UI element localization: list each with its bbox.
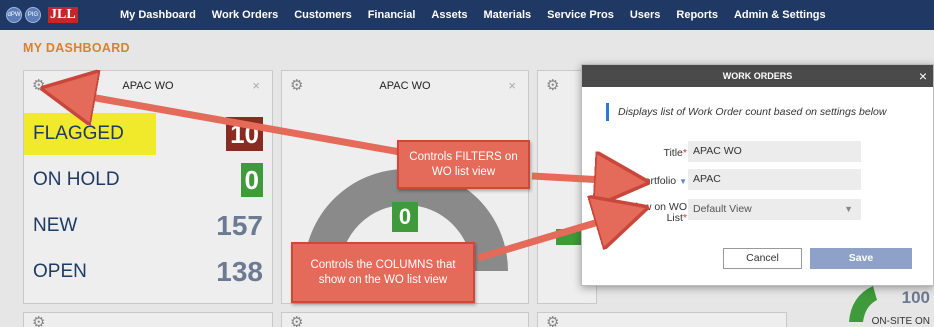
page-title: MY DASHBOARD	[23, 41, 130, 55]
wo-row-new[interactable]: NEW 157	[33, 208, 263, 244]
nav-service-pros[interactable]: Service Pros	[539, 9, 622, 21]
nav-assets[interactable]: Assets	[423, 9, 475, 21]
nav-work-orders[interactable]: Work Orders	[204, 9, 286, 21]
chevron-down-icon: ▼	[844, 204, 853, 214]
cancel-button[interactable]: Cancel	[723, 248, 802, 269]
callout-line: Controls the COLUMNS that	[310, 258, 456, 271]
close-icon[interactable]: ×	[252, 78, 260, 93]
partner-logo-1: dPW	[6, 7, 22, 23]
widget-header: ⚙ APAC WO ×	[24, 71, 272, 101]
new-count: 157	[216, 210, 263, 241]
gauge-value: 0	[392, 202, 418, 232]
logo-group: dPW PIG JLL	[0, 7, 112, 23]
columns-callout: Controls the COLUMNS that show on the WO…	[291, 242, 475, 303]
nav-users[interactable]: Users	[622, 9, 669, 21]
nav-my-dashboard[interactable]: My Dashboard	[112, 9, 204, 21]
view-select-value: Default View	[693, 203, 752, 215]
wo-row-open[interactable]: OPEN 138	[33, 254, 263, 290]
modal-header: WORK ORDERS ×	[582, 65, 933, 87]
portfolio-input[interactable]: APAC	[688, 169, 861, 190]
open-count: 138	[216, 256, 263, 287]
required-marker: *	[682, 147, 687, 159]
jll-logo-text: JLL	[48, 7, 78, 23]
label-text: Portfolio	[637, 175, 677, 187]
label-text: List	[666, 212, 683, 224]
bottom-widget-1: ⚙	[23, 312, 273, 327]
on-hold-count-badge: 0	[240, 163, 263, 197]
view-select[interactable]: Default View ▼	[688, 199, 861, 220]
callout-line: show on the WO list view	[318, 273, 448, 286]
view-on-wo-list-label: View on WO List*	[629, 202, 687, 224]
gear-icon[interactable]: ⚙	[32, 315, 48, 327]
portfolio-field-label: Portfolio ▼	[638, 175, 687, 187]
top-nav-bar: dPW PIG JLL My Dashboard Work Orders Cus…	[0, 0, 934, 30]
widget-title: APAC WO	[122, 80, 174, 92]
required-marker: *	[682, 212, 687, 224]
nav-materials[interactable]: Materials	[475, 9, 539, 21]
work-orders-settings-modal: WORK ORDERS × Displays list of Work Orde…	[581, 64, 934, 286]
callout-line: WO list view	[431, 165, 496, 178]
widget-header: ⚙ APAC WO ×	[282, 71, 528, 101]
nav-customers[interactable]: Customers	[286, 9, 359, 21]
modal-description: Displays list of Work Order count based …	[606, 103, 886, 121]
title-input[interactable]: APAC WO	[688, 141, 861, 162]
row-label: NEW	[33, 215, 78, 236]
bottom-widget-2: ⚙	[281, 312, 529, 327]
nav-reports[interactable]: Reports	[668, 9, 726, 21]
row-label: OPEN	[33, 261, 87, 282]
modal-title: WORK ORDERS	[722, 71, 793, 81]
nav-admin-settings[interactable]: Admin & Settings	[726, 9, 834, 21]
flagged-count-badge: 10	[226, 117, 263, 151]
apac-wo-widget: ⚙ APAC WO × FLAGGED 10 ON HOLD 0 NEW 157…	[23, 70, 273, 304]
gear-icon[interactable]: ⚙	[546, 315, 562, 327]
filters-callout: Controls FILTERS on WO list view	[397, 140, 530, 189]
label-text: Title	[663, 147, 683, 159]
partner-logo-2: PIG	[25, 7, 41, 23]
gear-icon[interactable]: ⚙	[290, 78, 306, 94]
jll-logo[interactable]: JLL	[48, 7, 78, 23]
widget-title: APAC WO	[379, 80, 431, 92]
gear-icon[interactable]: ⚙	[32, 78, 48, 94]
on-site-value: 100	[901, 288, 930, 307]
caret-down-icon[interactable]: ▼	[679, 177, 687, 186]
wo-row-on-hold[interactable]: ON HOLD 0	[33, 162, 263, 198]
main-menu: My Dashboard Work Orders Customers Finan…	[112, 9, 834, 21]
gear-icon[interactable]: ⚙	[546, 78, 562, 94]
close-icon[interactable]: ×	[919, 65, 927, 87]
bottom-widget-3: ⚙	[537, 312, 787, 327]
wo-row-flagged[interactable]: FLAGGED 10	[33, 116, 263, 152]
title-field-label: Title*	[663, 147, 687, 159]
callout-line: Controls FILTERS on	[409, 150, 518, 163]
gear-icon[interactable]: ⚙	[290, 315, 306, 327]
row-label: FLAGGED	[33, 123, 124, 144]
row-label: ON HOLD	[33, 169, 120, 190]
nav-financial[interactable]: Financial	[360, 9, 424, 21]
close-icon[interactable]: ×	[508, 78, 516, 93]
save-button[interactable]: Save	[810, 248, 912, 269]
on-site-label: ON-SITE ON	[871, 316, 930, 327]
